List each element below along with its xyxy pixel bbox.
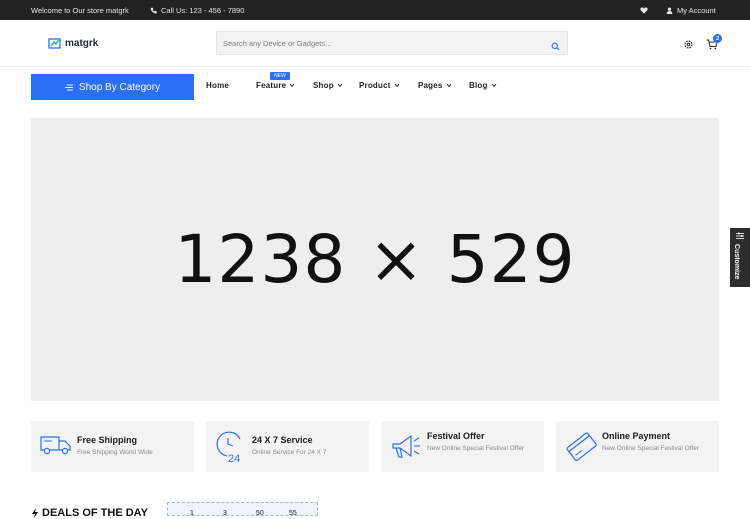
feature-title: Online Payment <box>602 431 671 441</box>
feature-free-shipping: Free Shipping Free Shipping World Wide <box>31 421 194 472</box>
lightning-icon <box>32 508 38 518</box>
wishlist-link[interactable] <box>640 0 648 20</box>
feature-subtitle: New Online Special Festival Offer <box>427 445 525 452</box>
nav-item-shop[interactable]: Shop <box>313 81 343 90</box>
chevron-down-icon <box>491 83 496 88</box>
nav-item-label: Pages <box>418 81 443 90</box>
svg-text:24: 24 <box>228 453 240 463</box>
nav-item-feature[interactable]: Feature <box>256 81 295 90</box>
phone-icon <box>150 7 157 13</box>
shop-by-category-button[interactable]: Shop By Category <box>31 74 194 100</box>
nav-item-home[interactable]: Home <box>206 81 229 90</box>
nav-item-label: Feature <box>256 81 287 90</box>
my-account-link[interactable]: My Account <box>666 0 716 20</box>
feature-title: Free Shipping <box>77 435 138 445</box>
feature-title: 24 X 7 Service <box>252 435 313 445</box>
site-header: matgrk <box>0 20 750 67</box>
timer-seconds: 55 <box>289 510 297 517</box>
phone-text: Call Us: 123 - 456 - 7890 <box>161 5 245 15</box>
menu-icon <box>64 84 73 90</box>
deal-countdown-timer: 1 3 50 55 <box>167 502 318 517</box>
customize-label: Customize <box>733 244 740 280</box>
timer-minutes: 50 <box>256 510 264 517</box>
customize-tab[interactable]: Customize <box>730 228 750 287</box>
feature-festival-offer: Festival Offer New Online Special Festiv… <box>381 421 544 472</box>
search-icon <box>551 42 560 51</box>
truck-icon <box>40 431 72 462</box>
nav-item-blog[interactable]: Blog <box>469 81 497 90</box>
nav-item-label: Blog <box>469 81 488 90</box>
hero-banner[interactable]: 1238 × 529 <box>31 118 719 401</box>
logo[interactable]: matgrk <box>48 37 98 49</box>
phone-info: Call Us: 123 - 456 - 7890 <box>150 0 244 20</box>
timer-hours: 3 <box>223 510 227 517</box>
feature-title: Festival Offer <box>427 431 485 441</box>
deals-title: DEALS OF THE DAY <box>42 507 148 519</box>
new-badge: NEW <box>270 72 290 80</box>
nav-item-pages[interactable]: Pages <box>418 81 452 90</box>
feature-online-payment: Online Payment New Online Special Festiv… <box>556 421 719 472</box>
feature-subtitle: Free Shipping World Wide <box>77 449 153 456</box>
nav-item-product[interactable]: Product <box>359 81 400 90</box>
settings-button[interactable] <box>683 37 694 55</box>
nav-item-label: Product <box>359 81 391 90</box>
hero-placeholder-text: 1238 × 529 <box>174 221 576 298</box>
my-account-label: My Account <box>677 5 716 15</box>
shop-by-category-label: Shop By Category <box>78 81 161 93</box>
sliders-icon <box>736 232 744 239</box>
megaphone-icon <box>390 431 422 466</box>
deals-heading: DEALS OF THE DAY <box>31 507 148 519</box>
logo-icon <box>48 37 61 49</box>
nav-item-label: Home <box>206 81 230 90</box>
timer-days: 1 <box>190 510 194 517</box>
cart-count-badge: 2 <box>713 34 722 43</box>
top-bar: Welcome to Our store matgrk Call Us: 123… <box>0 0 750 20</box>
nav-item-label: Shop <box>313 81 334 90</box>
credit-card-icon <box>565 431 597 466</box>
clock-24-icon: 24 <box>215 431 247 468</box>
feature-subtitle: New Online Special Festival Offer <box>602 445 700 452</box>
heart-icon <box>640 6 648 14</box>
search-bar <box>216 31 568 55</box>
chevron-down-icon <box>394 83 399 88</box>
logo-text: matgrk <box>65 37 99 49</box>
welcome-text: Welcome to Our store matgrk <box>31 5 129 15</box>
chevron-down-icon <box>446 83 451 88</box>
chevron-down-icon <box>289 83 295 88</box>
gear-icon <box>684 40 693 49</box>
search-button[interactable] <box>551 38 560 56</box>
feature-subtitle: Online Service For 24 X 7 <box>252 449 327 456</box>
feature-24x7-service: 24 24 X 7 Service Online Service For 24 … <box>206 421 369 472</box>
chevron-down-icon <box>337 83 343 88</box>
user-icon <box>666 6 673 14</box>
search-input[interactable] <box>217 32 537 54</box>
